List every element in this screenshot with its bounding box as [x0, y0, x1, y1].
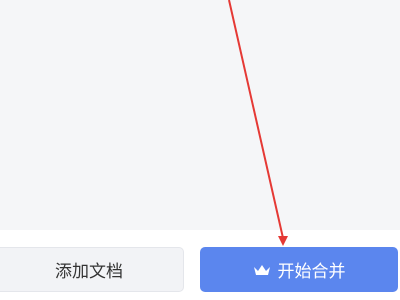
start-merge-button[interactable]: 开始合并: [200, 247, 398, 292]
document-list-area: [0, 0, 400, 230]
add-document-label: 添加文档: [55, 262, 123, 282]
crown-icon: [253, 263, 271, 277]
add-document-button[interactable]: 添加文档: [0, 247, 184, 292]
start-merge-label: 开始合并: [277, 262, 346, 282]
bottom-action-bar: 添加文档 开始合并: [0, 230, 400, 300]
